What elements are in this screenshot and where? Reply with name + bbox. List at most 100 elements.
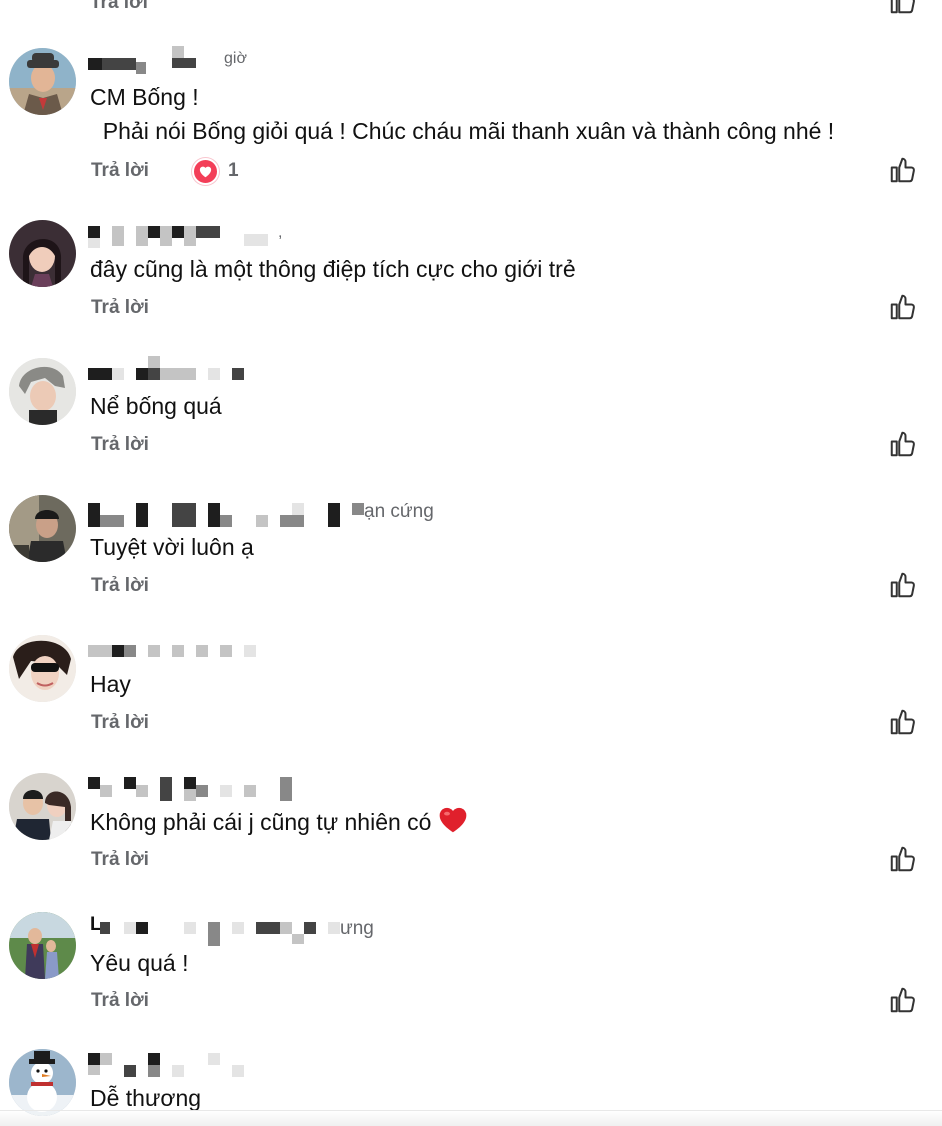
redacted-name bbox=[100, 1053, 112, 1065]
redacted-name bbox=[100, 785, 112, 797]
reply-button[interactable]: Trả lời bbox=[91, 712, 149, 734]
redacted-name bbox=[184, 226, 196, 246]
thumbs-up-icon bbox=[890, 157, 915, 183]
redacted-name bbox=[196, 226, 220, 238]
redacted-name bbox=[136, 62, 146, 74]
redacted-name bbox=[136, 503, 148, 527]
redacted-name bbox=[88, 1065, 100, 1075]
redacted-name bbox=[148, 368, 160, 380]
redacted-name bbox=[244, 234, 268, 246]
avatar[interactable] bbox=[9, 1049, 76, 1116]
like-button[interactable] bbox=[888, 844, 918, 874]
avatar[interactable] bbox=[9, 635, 76, 702]
redacted-name bbox=[112, 368, 124, 380]
redacted-name bbox=[292, 934, 304, 944]
avatar[interactable] bbox=[9, 773, 76, 840]
comment-meta: L ưng bbox=[88, 914, 388, 946]
redacted-name bbox=[136, 226, 148, 246]
comment-time: giờ bbox=[224, 50, 247, 67]
avatar[interactable] bbox=[9, 220, 76, 287]
avatar-photo-icon bbox=[9, 220, 76, 287]
comment-text: Hay bbox=[90, 671, 131, 697]
redacted-name bbox=[244, 785, 256, 797]
redacted-name bbox=[172, 226, 184, 238]
redacted-name bbox=[184, 777, 196, 789]
thumbs-up-icon bbox=[890, 987, 915, 1013]
thumbs-up-icon bbox=[890, 0, 915, 14]
redacted-name bbox=[160, 368, 196, 380]
reply-button[interactable]: Trả lời bbox=[90, 0, 148, 14]
avatar-photo-icon bbox=[9, 495, 76, 562]
reaction-count: 1 bbox=[228, 160, 239, 181]
previous-comment-footer: Trả lời bbox=[0, 0, 942, 14]
redacted-name bbox=[88, 1053, 100, 1065]
avatar[interactable] bbox=[9, 358, 76, 425]
avatar[interactable] bbox=[9, 495, 76, 562]
reply-button[interactable]: Trả lời bbox=[91, 297, 149, 319]
redacted-name bbox=[304, 922, 316, 934]
redacted-name bbox=[172, 46, 184, 58]
redacted-name bbox=[208, 503, 220, 527]
redacted-name bbox=[148, 645, 160, 657]
comment-meta bbox=[88, 637, 508, 659]
like-button[interactable] bbox=[888, 707, 918, 737]
redacted-name bbox=[136, 785, 148, 797]
redacted-name bbox=[148, 356, 160, 368]
thumbs-up-icon bbox=[890, 431, 915, 457]
redacted-name bbox=[184, 789, 196, 801]
redacted-name bbox=[184, 922, 196, 934]
redacted-name bbox=[208, 368, 220, 380]
redacted-name bbox=[124, 922, 136, 934]
comment-text: CM Bống ! bbox=[90, 84, 199, 110]
reaction-summary[interactable]: 1 bbox=[192, 157, 239, 185]
redacted-name bbox=[124, 1065, 136, 1077]
avatar[interactable] bbox=[9, 48, 76, 115]
reply-button[interactable]: Trả lời bbox=[91, 849, 149, 871]
redacted-name bbox=[292, 503, 304, 515]
like-button[interactable] bbox=[888, 155, 918, 185]
reply-button[interactable]: Trả lời bbox=[91, 990, 149, 1012]
redacted-name bbox=[88, 226, 100, 238]
redacted-name bbox=[112, 645, 124, 657]
redacted-name bbox=[172, 645, 184, 657]
comment-meta bbox=[88, 1051, 508, 1077]
snowman-avatar-icon bbox=[9, 1049, 76, 1116]
redacted-name bbox=[352, 503, 364, 515]
comment-meta: ạn cứng bbox=[88, 499, 468, 527]
redacted-name bbox=[160, 777, 172, 801]
redacted-name bbox=[280, 922, 292, 934]
comment-meta-text: ạn cứng bbox=[364, 501, 434, 522]
redacted-name bbox=[100, 922, 110, 934]
redacted-name bbox=[256, 922, 280, 934]
like-button[interactable] bbox=[888, 292, 918, 322]
redacted-name bbox=[148, 1065, 160, 1077]
redacted-name bbox=[208, 922, 220, 946]
redacted-name bbox=[88, 368, 112, 380]
redacted-name bbox=[196, 645, 208, 657]
redacted-name bbox=[220, 785, 232, 797]
comment-thread: Trả lời giờ CM Bống ! Phải nói Bống giỏi… bbox=[0, 0, 942, 1126]
redacted-name bbox=[102, 58, 136, 70]
redacted-name bbox=[256, 515, 268, 527]
reply-button[interactable]: Trả lời bbox=[91, 160, 149, 182]
comment-meta bbox=[88, 775, 508, 801]
like-button[interactable] bbox=[888, 429, 918, 459]
avatar[interactable] bbox=[9, 912, 76, 979]
like-button[interactable] bbox=[888, 0, 918, 16]
comment-meta: giờ bbox=[88, 46, 508, 74]
avatar-photo-icon bbox=[9, 635, 76, 702]
redacted-name bbox=[280, 515, 304, 527]
redacted-name bbox=[88, 503, 100, 527]
like-button[interactable] bbox=[888, 570, 918, 600]
reply-button[interactable]: Trả lời bbox=[91, 575, 149, 597]
redacted-name bbox=[220, 645, 232, 657]
comment-text-content: Không phải cái j cũng tự nhiên có bbox=[90, 809, 432, 835]
redacted-name bbox=[88, 58, 102, 70]
like-button[interactable] bbox=[888, 985, 918, 1015]
comment-text: Phải nói Bống giỏi quá ! Chúc cháu mãi t… bbox=[90, 118, 835, 144]
reply-button[interactable]: Trả lời bbox=[91, 434, 149, 456]
avatar-photo-icon bbox=[9, 912, 76, 979]
redacted-name bbox=[280, 777, 292, 801]
redacted-name bbox=[172, 503, 196, 527]
redacted-name bbox=[148, 226, 160, 238]
